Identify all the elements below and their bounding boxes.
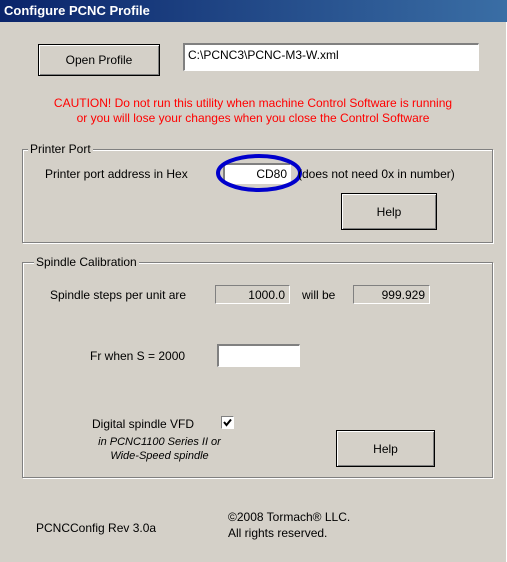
spindle-calibration-legend: Spindle Calibration [34, 255, 139, 269]
vfd-checkbox[interactable] [221, 416, 234, 429]
will-be-value: 999.929 [353, 285, 430, 304]
window-title: Configure PCNC Profile [4, 3, 150, 18]
spindle-steps-label: Spindle steps per unit are [50, 288, 187, 302]
copyright-line-2: All rights reserved. [228, 526, 328, 540]
spindle-help-button[interactable]: Help [336, 430, 435, 467]
vfd-note-line-1: in PCNC1100 Series II or [98, 436, 221, 448]
fr-input[interactable] [217, 344, 300, 367]
printer-port-help-button[interactable]: Help [341, 193, 437, 230]
profile-path-field[interactable]: C:\PCNC3\PCNC-M3-W.xml [183, 43, 479, 71]
version-label: PCNCConfig Rev 3.0a [36, 521, 157, 535]
highlight-ellipse-icon [216, 154, 302, 192]
caution-line-2: or you will lose your changes when you c… [76, 111, 430, 125]
config-window: Configure PCNC Profile Open Profile C:\P… [0, 0, 507, 562]
printer-port-legend: Printer Port [28, 142, 93, 156]
vfd-label: Digital spindle VFD [92, 417, 195, 431]
will-be-label: will be [302, 288, 336, 302]
vfd-note-line-2: Wide-Speed spindle [110, 450, 209, 462]
open-profile-button[interactable]: Open Profile [38, 44, 160, 76]
checkmark-icon [223, 418, 232, 427]
copyright-line-1: ©2008 Tormach® LLC. [228, 510, 351, 524]
printer-port-label: Printer port address in Hex [45, 167, 188, 181]
title-bar: Configure PCNC Profile [0, 0, 507, 22]
spindle-steps-value: 1000.0 [215, 285, 290, 304]
caution-line-1: CAUTION! Do not run this utility when ma… [53, 96, 453, 110]
fr-label: Fr when S = 2000 [90, 349, 186, 363]
printer-port-hint: (does not need 0x in number) [298, 167, 455, 181]
